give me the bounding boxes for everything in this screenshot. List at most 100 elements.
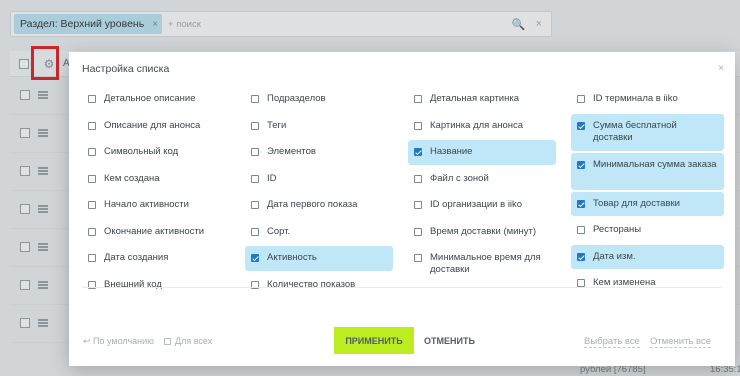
field-label: Рестораны: [593, 224, 642, 235]
field-option[interactable]: Рестораны: [571, 218, 724, 243]
checkbox-icon[interactable]: [414, 95, 422, 103]
checkbox-checked-icon[interactable]: [577, 252, 585, 261]
reset-default-link[interactable]: ↩ По умолчанию: [83, 336, 154, 347]
field-label: Сумма бесплатной доставки: [593, 119, 677, 143]
field-label: Внешний код: [104, 278, 162, 290]
checkbox-icon[interactable]: [577, 279, 585, 287]
field-column: Детальная картинка Картинка для анонса Наз…: [408, 87, 556, 297]
field-option[interactable]: Активность: [245, 246, 393, 271]
checkbox-icon[interactable]: [251, 121, 259, 130]
checkbox-checked-icon[interactable]: [414, 148, 422, 156]
checkbox-icon[interactable]: [88, 95, 96, 103]
apply-button[interactable]: ПРИМЕНИТЬ: [334, 327, 414, 354]
field-label: Элементов: [267, 146, 316, 157]
field-option[interactable]: Минимальное время для доставки: [408, 246, 556, 283]
field-option[interactable]: ID организации в iiko: [408, 193, 556, 218]
checkbox-icon[interactable]: [88, 227, 96, 236]
field-label: Дата первого показа: [267, 199, 358, 210]
cancel-button[interactable]: ОТМЕНИТЬ: [424, 336, 475, 346]
checkbox-icon[interactable]: [414, 254, 422, 262]
select-all-link[interactable]: Выбрать все: [584, 336, 640, 348]
field-option[interactable]: Дата первого показа: [245, 193, 393, 218]
field-label: Минимальная сумма заказа: [593, 158, 717, 170]
field-option[interactable]: Кем создана: [82, 167, 230, 192]
close-icon[interactable]: ×: [718, 63, 724, 74]
checkbox-icon[interactable]: [414, 227, 422, 236]
field-option[interactable]: Сумма бесплатной доставки: [571, 113, 724, 151]
checkbox-checked-icon[interactable]: [577, 199, 585, 208]
field-option[interactable]: Дата создания: [82, 246, 230, 271]
field-label: Окончание активности: [104, 225, 205, 237]
checkbox-icon[interactable]: [88, 254, 96, 262]
field-label: Начало активности: [104, 199, 189, 210]
field-option[interactable]: Теги: [245, 114, 393, 139]
checkbox-icon[interactable]: [414, 121, 422, 130]
checkbox-icon: [164, 337, 171, 345]
field-option[interactable]: Детальное описание: [82, 87, 230, 112]
field-option[interactable]: Кем изменена: [571, 271, 724, 296]
field-label: Сорт.: [267, 225, 291, 237]
for-all-label: Для всех: [175, 336, 213, 346]
field-option[interactable]: Внешний код: [82, 273, 230, 298]
checkbox-icon[interactable]: [414, 201, 422, 209]
checkbox-checked-icon[interactable]: [251, 254, 259, 262]
field-option[interactable]: Количество показов: [245, 273, 393, 298]
checkbox-icon[interactable]: [88, 121, 96, 130]
checkbox-icon[interactable]: [251, 201, 259, 209]
checkbox-icon[interactable]: [251, 95, 259, 103]
field-label: Детальное описание: [104, 93, 196, 104]
field-label: Детальная картинка: [430, 93, 520, 104]
field-option[interactable]: ID терминала в iiko: [571, 87, 724, 112]
field-label: Картинка для анонса: [430, 119, 524, 131]
field-label: Название: [430, 146, 473, 157]
field-option[interactable]: Описание для анонса: [82, 114, 230, 139]
field-label: Активность: [267, 252, 317, 263]
field-option[interactable]: Товар для доставки: [571, 191, 724, 216]
checkbox-icon[interactable]: [577, 95, 585, 103]
field-label: Символьный код: [104, 146, 179, 157]
field-label: Файл с зоной: [430, 172, 489, 184]
field-label: Описание для анонса: [104, 119, 201, 131]
field-option[interactable]: Элементов: [245, 140, 393, 165]
field-label: Дата создания: [104, 252, 169, 263]
checkbox-icon[interactable]: [88, 148, 96, 156]
list-settings-dialog: Настройка списка × Детальное описание Опи…: [69, 52, 735, 366]
deselect-all-link[interactable]: Отменить все: [650, 336, 712, 348]
field-label: ID терминала в iiko: [593, 93, 678, 104]
field-label: Теги: [267, 119, 287, 131]
field-option[interactable]: Дата изм.: [571, 244, 724, 269]
field-option[interactable]: Подразделов: [245, 87, 393, 112]
field-label: Подразделов: [267, 93, 326, 104]
field-option[interactable]: Символьный код: [82, 140, 230, 165]
divider: [82, 287, 722, 288]
field-label: Товар для доставки: [593, 197, 680, 209]
field-option[interactable]: Начало активности: [82, 193, 230, 218]
checkbox-icon[interactable]: [251, 174, 259, 183]
field-option[interactable]: Минимальная сумма заказа: [571, 152, 724, 190]
field-option[interactable]: Окончание активности: [82, 220, 230, 245]
field-option[interactable]: Файл с зоной: [408, 167, 556, 192]
field-option[interactable]: Время доставки (минут): [408, 220, 556, 245]
field-column: ID терминала в iiko Сумма бесплатной дост…: [571, 87, 724, 297]
field-option[interactable]: Картинка для анонса: [408, 114, 556, 139]
field-option[interactable]: Название: [408, 140, 556, 165]
checkbox-icon[interactable]: [251, 148, 259, 156]
field-label: ID: [267, 172, 277, 184]
field-option[interactable]: ID: [245, 167, 393, 192]
field-option[interactable]: Детальная картинка: [408, 87, 556, 112]
checkbox-checked-icon[interactable]: [577, 160, 585, 169]
for-all-checkbox[interactable]: Для всех: [164, 336, 212, 346]
field-label: Минимальное время для доставки: [430, 252, 541, 275]
field-option[interactable]: Сорт.: [245, 220, 393, 245]
field-grid: Детальное описание Описание для анонса Сим…: [82, 87, 724, 298]
checkbox-icon[interactable]: [88, 201, 96, 209]
checkbox-icon[interactable]: [88, 174, 96, 183]
field-column: Детальное описание Описание для анонса Сим…: [82, 87, 230, 297]
checkbox-icon[interactable]: [251, 227, 259, 236]
field-label: Время доставки (минут): [430, 225, 536, 237]
field-label: Количество показов: [267, 278, 356, 290]
checkbox-checked-icon[interactable]: [577, 121, 585, 130]
checkbox-icon[interactable]: [577, 226, 585, 234]
field-label: ID организации в iiko: [430, 199, 523, 210]
checkbox-icon[interactable]: [414, 174, 422, 183]
